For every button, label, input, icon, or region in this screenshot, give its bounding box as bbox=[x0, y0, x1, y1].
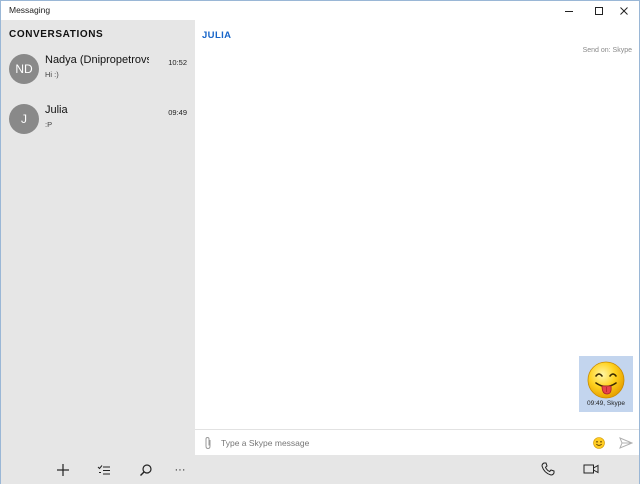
conversation-preview: Hi :) bbox=[45, 70, 59, 79]
conversations-header: CONVERSATIONS bbox=[9, 29, 104, 40]
search-button[interactable] bbox=[137, 461, 155, 479]
search-icon bbox=[140, 464, 152, 476]
message-composer bbox=[195, 429, 639, 455]
conversation-name: Julia bbox=[45, 104, 68, 116]
chat-pane: JULIA Send on: Skype 09:49, Skype bbox=[195, 20, 639, 455]
plus-icon bbox=[57, 464, 69, 476]
conversation-item-nadya[interactable]: ND Nadya (Dnipropetrovsk) 10:52 Hi :) bbox=[1, 48, 195, 94]
minimize-button[interactable] bbox=[554, 1, 584, 20]
close-icon bbox=[620, 6, 628, 15]
conversation-name: Nadya (Dnipropetrovsk) bbox=[45, 54, 149, 66]
app-title: Messaging bbox=[9, 5, 51, 15]
attach-icon[interactable] bbox=[203, 436, 213, 450]
message-input[interactable] bbox=[221, 434, 581, 452]
conversation-preview: :P bbox=[45, 120, 53, 129]
avatar: J bbox=[9, 104, 39, 134]
title-bar: Messaging bbox=[1, 1, 639, 20]
chat-toolbar bbox=[195, 455, 639, 484]
send-icon[interactable] bbox=[619, 437, 633, 449]
smiley-icon[interactable] bbox=[593, 437, 605, 449]
select-conversations-button[interactable] bbox=[95, 461, 113, 479]
tongue-out-emoji-icon bbox=[587, 361, 625, 399]
conversation-item-julia[interactable]: J Julia 09:49 :P bbox=[1, 98, 195, 144]
conversation-time: 10:52 bbox=[168, 58, 187, 67]
more-button[interactable]: ··· bbox=[171, 461, 189, 479]
send-on-label[interactable]: Send on: Skype bbox=[583, 47, 632, 54]
maximize-icon bbox=[595, 6, 603, 15]
new-conversation-button[interactable] bbox=[54, 461, 72, 479]
app-window: Messaging CONVERSATIONS ND Nadya (Dnipro… bbox=[0, 0, 640, 484]
avatar: ND bbox=[9, 54, 39, 84]
conversation-list-pane: CONVERSATIONS ND Nadya (Dnipropetrovsk) … bbox=[1, 20, 195, 455]
select-list-icon bbox=[97, 465, 110, 475]
video-icon[interactable] bbox=[583, 463, 599, 475]
message-bubble[interactable]: 09:49, Skype bbox=[579, 356, 633, 412]
minimize-icon bbox=[565, 10, 573, 12]
conversation-toolbar: ··· bbox=[1, 455, 195, 484]
message-meta: 09:49, Skype bbox=[587, 400, 625, 407]
conversation-time: 09:49 bbox=[168, 108, 187, 117]
close-button[interactable] bbox=[609, 1, 639, 20]
chat-title: JULIA bbox=[202, 30, 232, 41]
phone-icon[interactable] bbox=[541, 462, 555, 476]
